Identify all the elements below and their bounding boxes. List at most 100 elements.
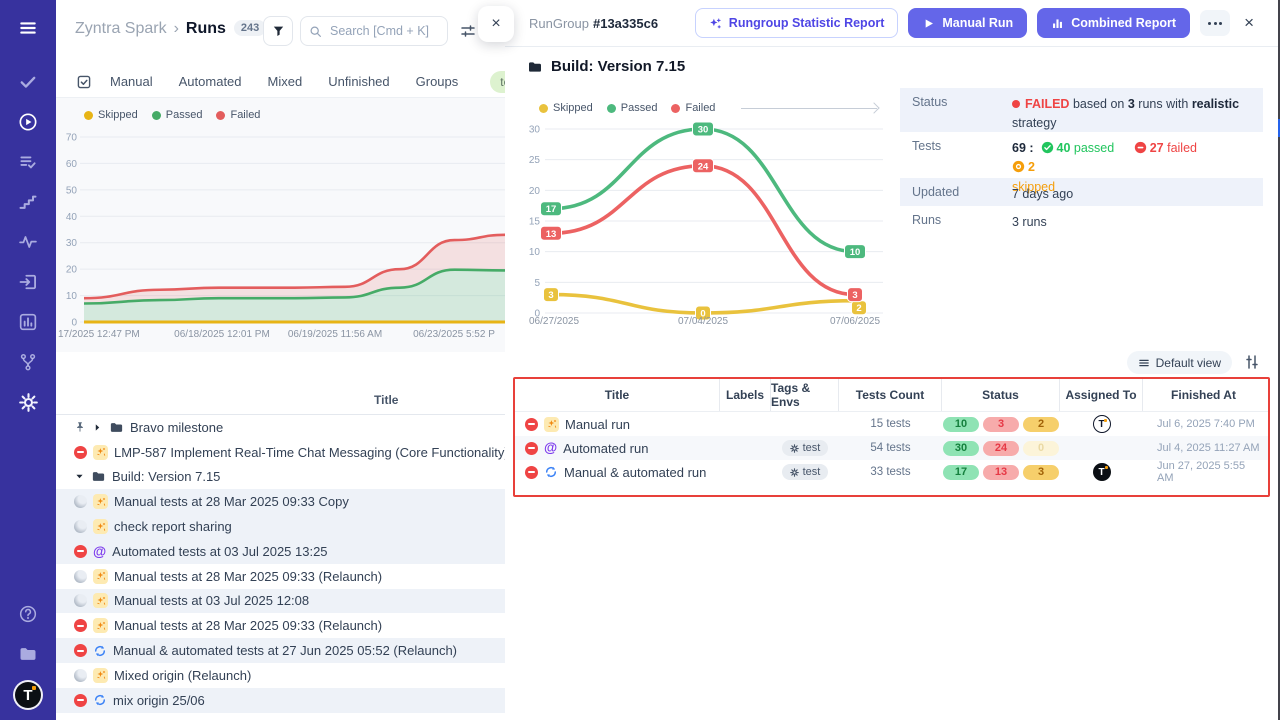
breadcrumb-project[interactable]: Zyntra Spark xyxy=(75,20,167,37)
run-list-item-title: Manual tests at 03 Jul 2025 12:08 xyxy=(114,593,309,608)
sidebar-item-analytics[interactable] xyxy=(0,302,56,342)
sidebar-item-branches[interactable] xyxy=(0,342,56,382)
run-list-item[interactable]: Bravo milestone xyxy=(56,415,505,440)
test-plans-icon xyxy=(18,152,38,172)
assignee-cell: T xyxy=(1060,412,1143,436)
run-list-item[interactable]: @Automated tests at 03 Jul 2025 13:25 xyxy=(56,539,505,564)
runs-area-chart-svg: 01020304050607017/2025 12:47 PM06/18/202… xyxy=(56,124,505,346)
runs-value: 3 runs xyxy=(1012,213,1253,234)
run-list-item[interactable]: Manual tests at 28 Mar 2025 09:33 (Relau… xyxy=(56,613,505,638)
filter-button[interactable] xyxy=(263,16,293,46)
svg-text:17: 17 xyxy=(546,204,557,215)
failed-pill: 3 xyxy=(983,417,1019,432)
run-list-item[interactable]: Manual tests at 03 Jul 2025 12:08 xyxy=(56,589,505,614)
mixed-run-icon xyxy=(93,644,107,658)
run-list-item-title: Build: Version 7.15 xyxy=(112,469,220,484)
status-cell: 17133 xyxy=(942,460,1060,484)
detail-row-status: Status FAILED based on 3 runs with reali… xyxy=(900,88,1263,132)
svg-text:30: 30 xyxy=(529,125,541,136)
tab-groups[interactable]: Groups xyxy=(416,74,459,89)
tab-manual[interactable]: Manual xyxy=(110,74,153,89)
finished-at: Jul 4, 2025 11:27 AM xyxy=(1143,442,1260,454)
legend-item-failed[interactable]: Failed xyxy=(216,109,260,121)
tab-unfinished[interactable]: Unfinished xyxy=(328,74,389,89)
table-row[interactable]: @Automated runtest54 tests30240Jul 4, 20… xyxy=(515,436,1268,460)
view-menu-icon xyxy=(1138,357,1150,369)
sidebar-item-settings[interactable] xyxy=(0,382,56,422)
status-cell: 1032 xyxy=(942,412,1060,436)
legend-item-passed[interactable]: Passed xyxy=(152,109,203,121)
manual-run-button[interactable]: Manual Run xyxy=(908,8,1027,38)
in-progress-status-icon xyxy=(74,570,87,583)
status-value: FAILED based on 3 runs with realistic st… xyxy=(1012,95,1253,132)
runs-label: Runs xyxy=(912,213,1012,234)
failed-pill: 13 xyxy=(983,465,1019,480)
sidebar-item-tests[interactable] xyxy=(0,62,56,102)
run-list-item[interactable]: Build: Version 7.15 xyxy=(56,465,505,490)
imports-icon xyxy=(18,272,38,292)
sidebar-item-milestones[interactable] xyxy=(0,182,56,222)
run-list-item-title: Bravo milestone xyxy=(130,420,223,435)
tests-count: 15 tests xyxy=(870,418,910,430)
tab-automated[interactable]: Automated xyxy=(179,74,242,89)
close-panel-button[interactable]: × xyxy=(1240,13,1258,33)
manual-run-icon xyxy=(93,445,108,460)
automated-run-icon: @ xyxy=(93,545,106,559)
tests-count: 54 tests xyxy=(870,442,910,454)
tab-mixed[interactable]: Mixed xyxy=(268,74,303,89)
build-title: Build: Version 7.15 xyxy=(527,58,685,75)
sidebar-item-activity[interactable] xyxy=(0,222,56,262)
run-list-item[interactable]: LMP-587 Implement Real-Time Chat Messagi… xyxy=(56,440,505,465)
run-list-item[interactable]: Manual & automated tests at 27 Jun 2025 … xyxy=(56,638,505,663)
sidebar-item-imports[interactable] xyxy=(0,262,56,302)
select-all-icon[interactable] xyxy=(76,74,92,90)
runs-list-header: Title xyxy=(56,388,505,415)
user-avatar[interactable]: T xyxy=(15,682,41,708)
assignee-avatar: T xyxy=(1093,415,1111,433)
run-list-item[interactable]: Mixed origin (Relaunch) xyxy=(56,663,505,688)
blocked-status-icon xyxy=(74,619,87,632)
table-row[interactable]: Manual run15 tests1032TJul 6, 2025 7:40 … xyxy=(515,412,1268,436)
more-actions-button[interactable] xyxy=(1200,10,1230,36)
sparkle-glyph-icon xyxy=(95,669,107,681)
legend-item-failed[interactable]: Failed xyxy=(671,102,715,114)
run-list-item[interactable]: Manual tests at 28 Mar 2025 09:33 (Relau… xyxy=(56,564,505,589)
runs-icon xyxy=(18,112,38,132)
status-label: Status xyxy=(912,95,1012,132)
legend-item-skipped[interactable]: Skipped xyxy=(84,109,138,121)
table-settings-icon[interactable] xyxy=(1244,354,1260,370)
folder-icon xyxy=(527,59,543,75)
sparkle-glyph-icon xyxy=(95,446,107,458)
rungroup-actions: Rungroup Statistic Report Manual Run Combi… xyxy=(695,8,1258,38)
sidebar-item-help[interactable] xyxy=(0,594,56,634)
legend-dot-icon xyxy=(671,104,680,113)
default-view-button[interactable]: Default view xyxy=(1127,351,1232,374)
run-list-item[interactable]: Manual tests at 28 Mar 2025 09:33 Copy xyxy=(56,489,505,514)
filter-tag-pill[interactable]: test work xyxy=(490,71,505,93)
combined-report-button[interactable]: Combined Report xyxy=(1037,8,1190,38)
search-input[interactable] xyxy=(328,23,439,39)
skipped-pill: 3 xyxy=(1023,465,1059,480)
filter-settings-icon[interactable] xyxy=(460,23,476,39)
svg-text:20: 20 xyxy=(529,186,541,197)
run-list-item-title: check report sharing xyxy=(114,519,232,534)
tags-cell xyxy=(771,412,839,436)
search-box xyxy=(300,16,448,46)
legend-item-passed[interactable]: Passed xyxy=(607,102,658,114)
svg-text:20: 20 xyxy=(66,265,78,276)
run-list-item[interactable]: mix origin 25/06 xyxy=(56,688,505,713)
sidebar-item-projects[interactable] xyxy=(0,634,56,674)
mixed-run-icon xyxy=(544,465,558,479)
sparkle-glyph-icon xyxy=(95,521,107,533)
legend-item-skipped[interactable]: Skipped xyxy=(539,102,593,114)
run-list-item[interactable]: check report sharing xyxy=(56,514,505,539)
rungroup-chart-legend: Skipped Passed Failed xyxy=(539,102,885,114)
rungroup-statistic-report-button[interactable]: Rungroup Statistic Report xyxy=(695,8,899,38)
drawer-close-button[interactable]: × xyxy=(478,6,514,42)
breadcrumb-page: Runs xyxy=(186,20,226,37)
table-row[interactable]: Manual & automated runtest33 tests17133T… xyxy=(515,460,1268,484)
detail-row-updated: Updated 7 days ago xyxy=(900,178,1263,206)
sidebar-item-runs[interactable] xyxy=(0,102,56,142)
sidebar-item-test-plans[interactable] xyxy=(0,142,56,182)
sidebar-item-menu[interactable] xyxy=(0,0,56,56)
